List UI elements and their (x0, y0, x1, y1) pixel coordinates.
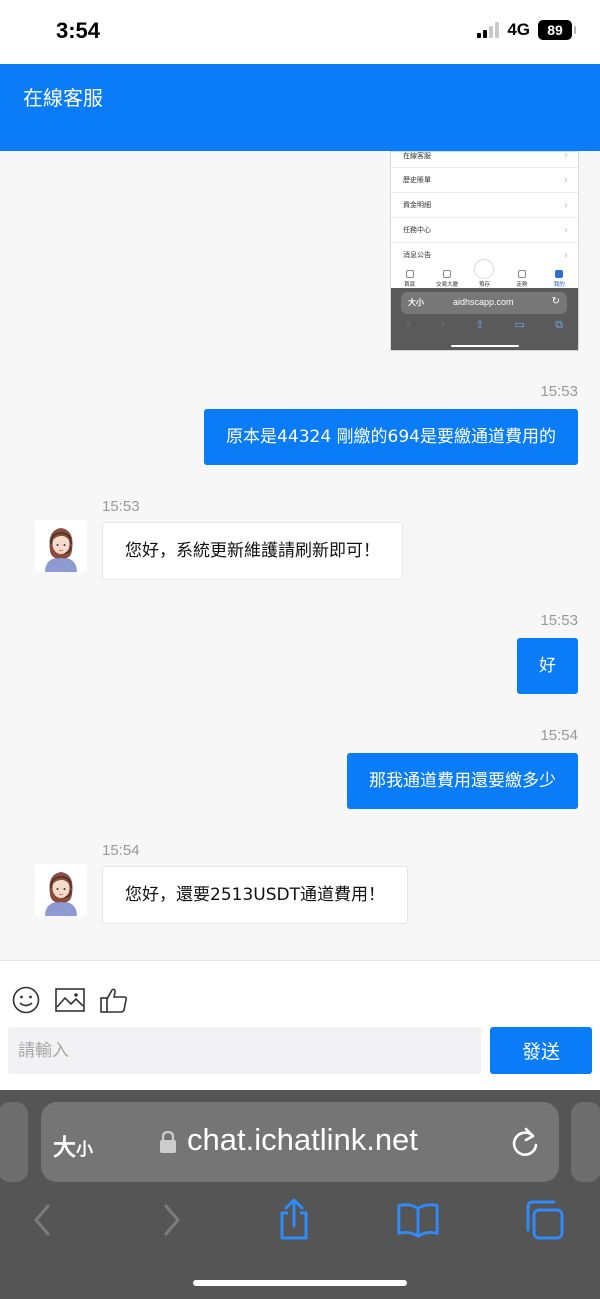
status-time: 3:54 (56, 18, 101, 43)
message-timestamp: 15:54 (102, 842, 140, 859)
screenshot-tab: 預存 (469, 259, 499, 288)
screenshot-menu-list: 在線客服 歷史賬單 資金明細 任務中心 消息公告 (391, 152, 578, 268)
shared-screenshot-image[interactable]: 在線客服 歷史賬單 資金明細 任務中心 消息公告 首頁 交易大廳 預存 走勢 我… (390, 151, 579, 351)
screenshot-tab: 走勢 (507, 270, 537, 288)
message-composer: 發送 (0, 960, 600, 1090)
message-timestamp: 15:54 (540, 727, 578, 744)
screenshot-tab: 交易大廳 (432, 270, 462, 288)
screenshot-browser-bar: 大小 aidhscapp.com ↻ ‹ › ⇪ ▭ ⧉ (391, 288, 578, 350)
screenshot-menu-item: 在線客服 (391, 152, 578, 168)
outgoing-message[interactable]: 好 (517, 638, 578, 694)
emoji-icon[interactable] (11, 985, 41, 1015)
tabs-icon (526, 1200, 564, 1240)
url-text: chat.ichatlink.net (187, 1122, 418, 1157)
forward-button[interactable] (150, 1198, 194, 1242)
screenshot-menu-item: 資金明細 (391, 193, 578, 218)
bookmarks-button[interactable] (396, 1198, 440, 1242)
browser-nav (0, 1192, 600, 1252)
chevron-left-icon (34, 1204, 50, 1236)
status-indicators: 4G 89 (477, 20, 576, 40)
battery-icon: 89 (538, 20, 576, 40)
screenshot-menu-item: 任務中心 (391, 218, 578, 243)
browser-toolbar: 大小 chat.ichatlink.net (0, 1090, 600, 1299)
share-button[interactable] (272, 1198, 316, 1242)
next-tab-preview[interactable] (571, 1102, 600, 1182)
send-button[interactable]: 發送 (490, 1027, 592, 1074)
chevron-right-icon (164, 1204, 180, 1236)
page-title: 在線客服 (23, 86, 103, 110)
home-indicator (193, 1280, 407, 1286)
share-icon (280, 1198, 308, 1240)
back-button[interactable] (20, 1198, 64, 1242)
image-icon[interactable] (54, 985, 86, 1015)
address-bar[interactable]: 大小 chat.ichatlink.net (41, 1102, 559, 1182)
chat-history[interactable]: 在線客服 歷史賬單 資金明細 任務中心 消息公告 首頁 交易大廳 預存 走勢 我… (0, 151, 600, 960)
message-timestamp: 15:53 (540, 612, 578, 629)
message-timestamp: 15:53 (102, 498, 140, 515)
message-timestamp: 15:53 (540, 383, 578, 400)
agent-avatar (35, 520, 87, 572)
screenshot-tab: 我的 (544, 270, 574, 288)
incoming-message[interactable]: 您好，系統更新維護請刷新即可！ (102, 522, 403, 580)
screenshot-tabbar: 首頁 交易大廳 預存 走勢 我的 (391, 259, 578, 288)
reload-icon[interactable] (509, 1124, 541, 1160)
outgoing-message[interactable]: 原本是44324 剛繳的694是要繳通道費用的 (204, 409, 578, 465)
previous-tab-preview[interactable] (0, 1102, 28, 1182)
status-bar: 3:54 4G 89 (0, 0, 600, 64)
tabs-button[interactable] (522, 1198, 566, 1242)
network-type: 4G (507, 20, 530, 39)
thumbs-up-icon[interactable] (99, 985, 129, 1015)
text-size-button[interactable]: 大小 (53, 1128, 93, 1162)
outgoing-message[interactable]: 那我通道費用還要繳多少 (347, 753, 578, 809)
message-input[interactable] (8, 1027, 481, 1074)
lock-icon (160, 1130, 176, 1153)
screenshot-menu-item: 歷史賬單 (391, 168, 578, 193)
agent-avatar-icon (45, 872, 77, 916)
screenshot-tab: 首頁 (395, 270, 425, 288)
signal-icon (477, 22, 500, 38)
agent-avatar-icon (45, 528, 77, 572)
chat-header: 在線客服 (0, 64, 600, 151)
incoming-message[interactable]: 您好，還要2513USDT通道費用！ (102, 866, 408, 924)
agent-avatar (35, 864, 87, 916)
book-icon (397, 1203, 439, 1238)
